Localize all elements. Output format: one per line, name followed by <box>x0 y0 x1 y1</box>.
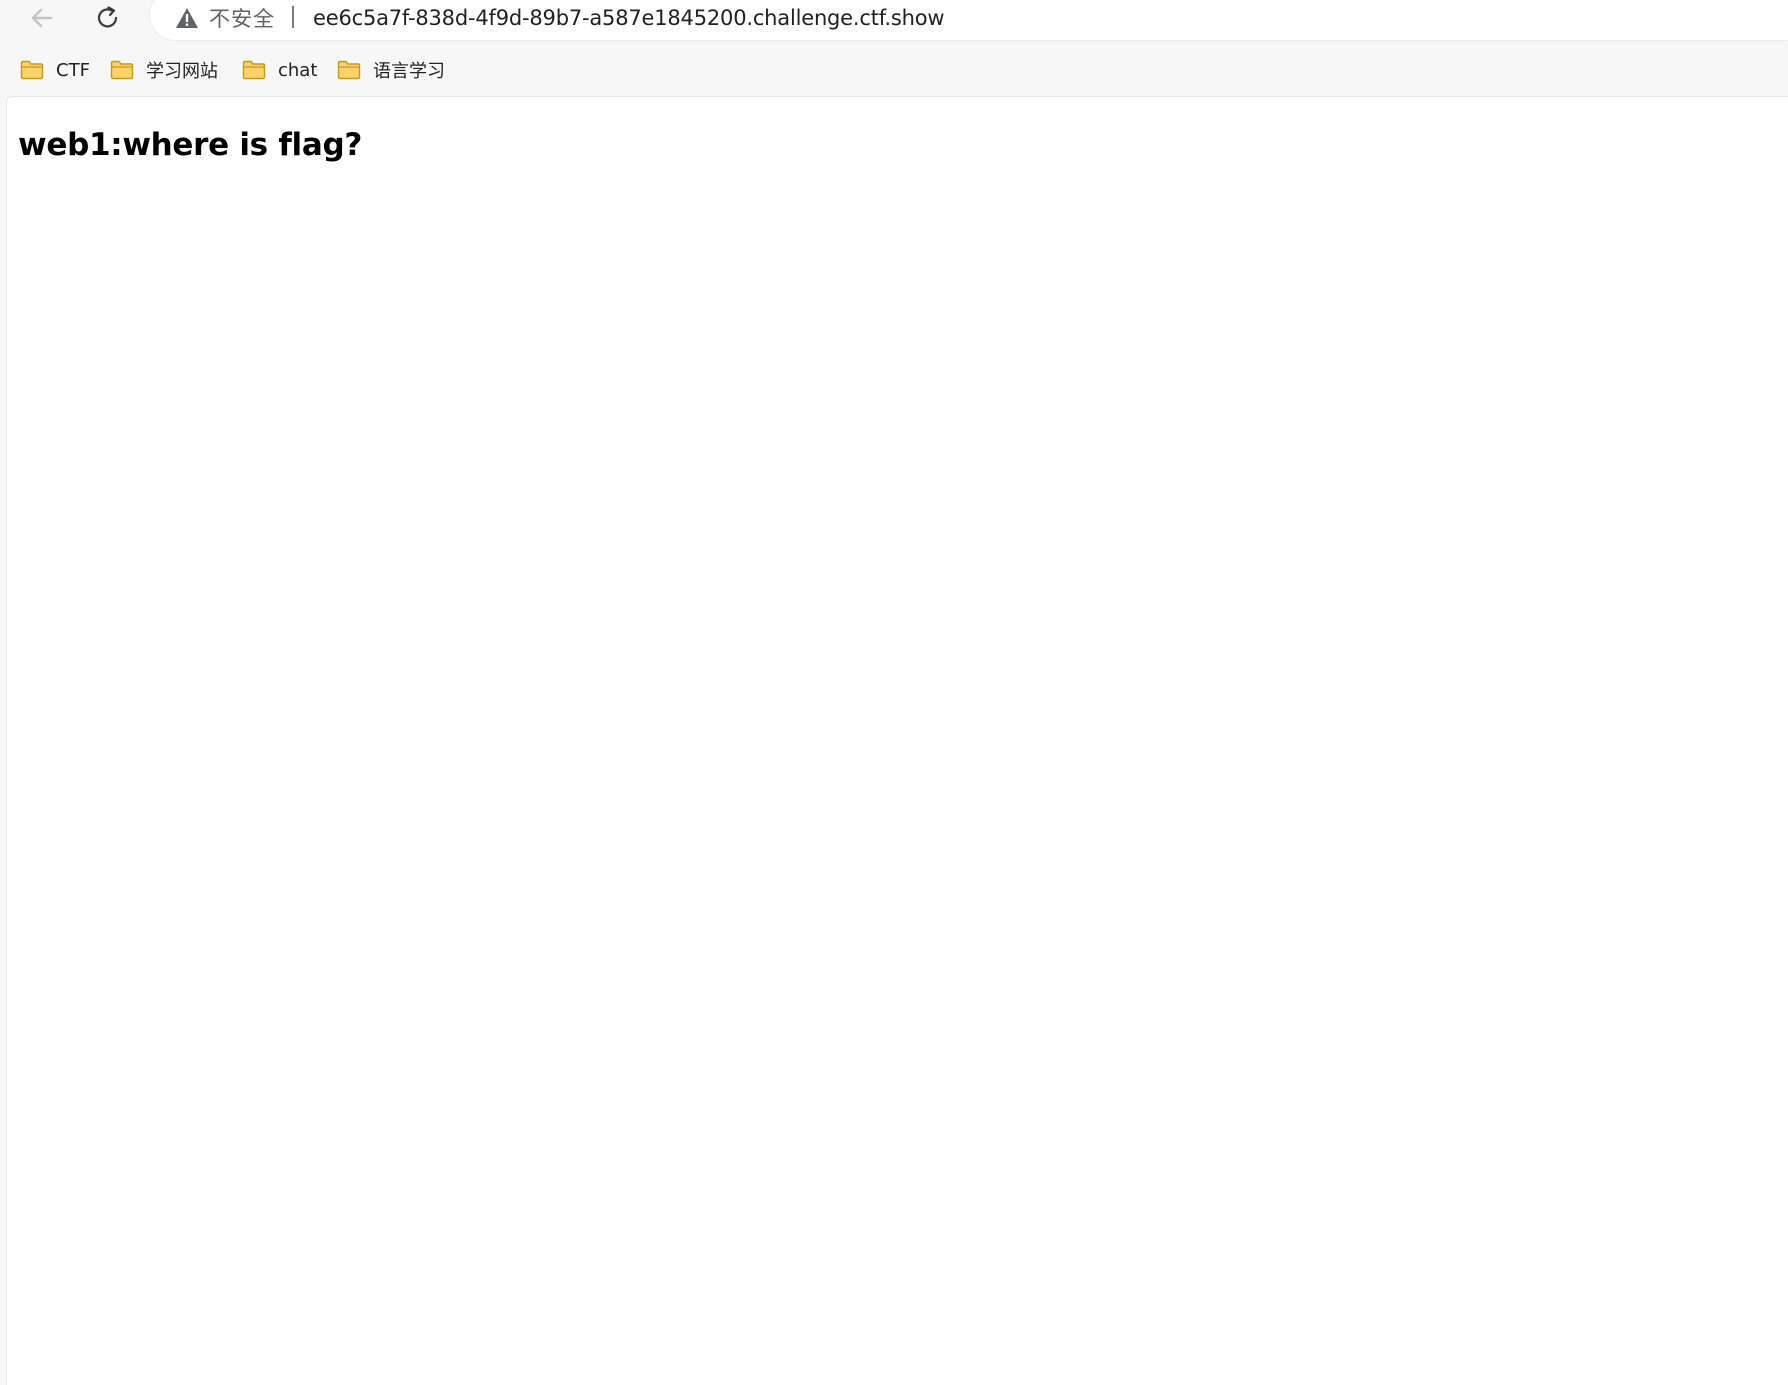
bookmark-label: CTF <box>56 59 90 81</box>
reload-icon <box>97 6 118 28</box>
site-security-indicator[interactable]: 不安全 <box>175 4 275 32</box>
bookmark-folder-ctf[interactable]: CTF <box>20 52 90 88</box>
page-heading: web1:where is flag? <box>18 127 363 163</box>
back-button[interactable] <box>22 0 62 36</box>
browser-window: 不安全 ee6c5a7f-838d-4f9d-89b7-a587e1845200… <box>0 0 1788 1385</box>
bookmark-label: chat <box>278 59 318 81</box>
bookmark-folder-language-learning[interactable]: 语言学习 <box>337 52 445 88</box>
bookmark-folder-study-sites[interactable]: 学习网站 <box>110 52 218 88</box>
bookmarks-bar: CTF 学习网站 chat 语言学习 <box>0 52 1788 88</box>
omnibox-divider <box>292 6 294 28</box>
bookmark-folder-chat[interactable]: chat <box>242 52 317 88</box>
reload-button[interactable] <box>88 0 128 36</box>
security-label: 不安全 <box>209 7 275 31</box>
bookmark-label: 语言学习 <box>373 61 445 82</box>
arrow-left-icon <box>31 8 53 28</box>
folder-icon <box>242 60 266 80</box>
page-viewport: web1:where is flag? <box>6 96 1788 1385</box>
warning-icon <box>176 8 198 28</box>
browser-toolbar: 不安全 ee6c5a7f-838d-4f9d-89b7-a587e1845200… <box>0 0 1788 42</box>
folder-icon <box>337 60 361 80</box>
bookmark-label: 学习网站 <box>146 61 218 82</box>
folder-icon <box>110 60 134 80</box>
url-text[interactable]: ee6c5a7f-838d-4f9d-89b7-a587e1845200.cha… <box>313 4 945 32</box>
folder-icon <box>20 60 44 80</box>
